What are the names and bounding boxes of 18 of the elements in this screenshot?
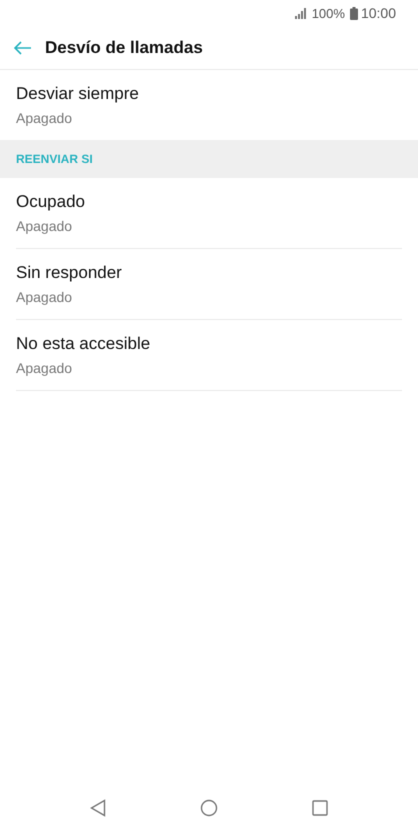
setting-status: Apagado [16, 218, 74, 234]
setting-title[interactable]: Desviar siempre [16, 84, 402, 104]
back-icon[interactable] [90, 799, 106, 817]
setting-status: Apagado [16, 289, 74, 305]
recents-icon[interactable] [312, 800, 328, 816]
setting-status: Apagado [16, 360, 74, 376]
setting-status: Apagado [16, 110, 74, 126]
signal-icon [294, 8, 308, 18]
section-header: REENVIAR SI [0, 140, 418, 178]
setting-title[interactable]: No esta accesible [16, 334, 402, 354]
clock-time: 10:00 [360, 5, 396, 21]
screen-title: Desvío de llamadas [45, 38, 203, 58]
battery-icon [350, 6, 358, 20]
setting-title[interactable]: Ocupado [16, 192, 402, 212]
back-arrow-icon[interactable] [14, 40, 32, 54]
setting-title[interactable]: Sin responder [16, 263, 402, 283]
home-icon[interactable] [200, 799, 218, 817]
battery-percentage: 100% [312, 6, 345, 20]
